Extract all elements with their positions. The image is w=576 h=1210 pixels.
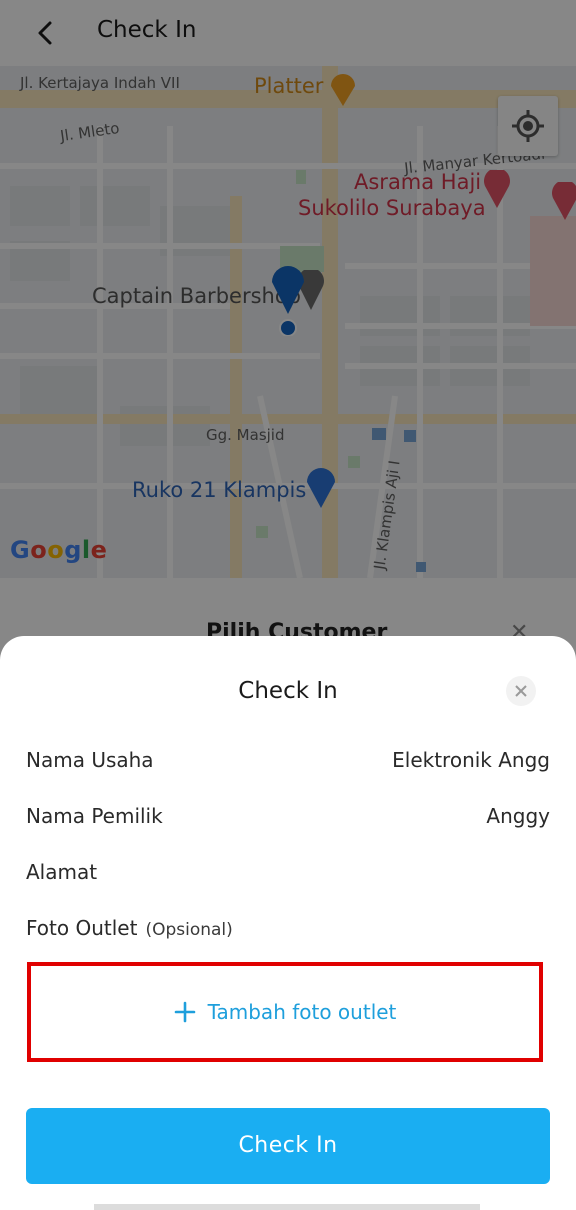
- optional-hint: (Opsional): [145, 920, 233, 940]
- home-indicator: [94, 1204, 480, 1210]
- close-button[interactable]: [506, 676, 536, 706]
- field-value: Anggy: [486, 804, 550, 828]
- field-label: Nama Usaha: [26, 748, 154, 772]
- field-label: Alamat: [26, 860, 98, 884]
- add-photo-label: Tambah foto outlet: [207, 1000, 397, 1024]
- close-icon: [515, 685, 527, 697]
- sheet-title: Check In: [238, 678, 338, 704]
- field-label: Nama Pemilik: [26, 804, 163, 828]
- check-in-sheet: Check In Nama Usaha Elektronik Angg Nama…: [0, 636, 576, 1210]
- field-label: Foto Outlet (Opsional): [26, 916, 233, 940]
- check-in-button[interactable]: Check In: [26, 1108, 550, 1184]
- check-in-screen: Check In Jl. Kertajaya Indah VII Jl. Mle…: [0, 0, 576, 1210]
- add-outlet-photo-button[interactable]: Tambah foto outlet: [27, 962, 543, 1062]
- field-value: Elektronik Angg: [392, 748, 550, 772]
- plus-icon: [174, 1001, 195, 1022]
